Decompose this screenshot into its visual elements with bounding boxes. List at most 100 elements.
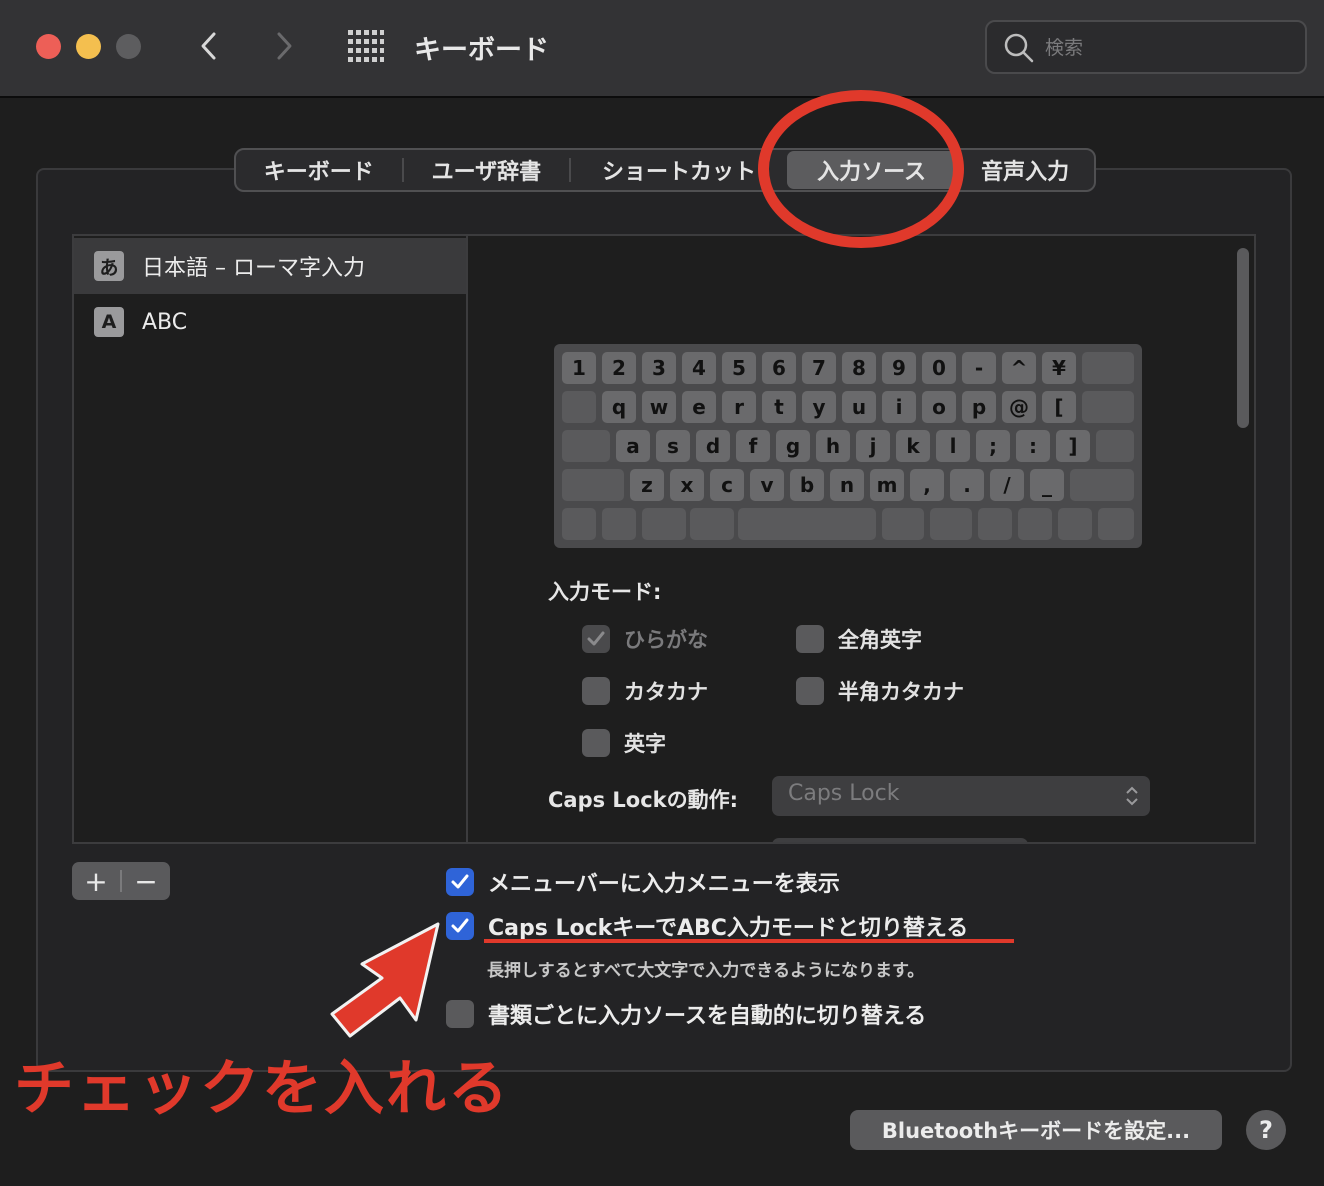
mode-katakana[interactable]: カタカナ <box>582 676 708 706</box>
keyboard-key: g <box>776 430 810 462</box>
keyboard-key: x <box>670 469 704 501</box>
keyboard-key: ; <box>976 430 1010 462</box>
eiji-checkbox[interactable] <box>582 729 610 757</box>
keyboard-key: / <box>990 469 1024 501</box>
mode-zenkaku[interactable]: 全角英字 <box>796 624 922 654</box>
option-show-menu[interactable]: メニューバーに入力メニューを表示 <box>446 866 840 898</box>
back-button[interactable] <box>192 28 228 64</box>
show-all-grid-icon[interactable] <box>348 30 384 62</box>
keyboard-modifier-key <box>562 469 624 501</box>
tab-keyboard[interactable]: キーボード <box>236 151 402 189</box>
tab-dictation[interactable]: 音声入力 <box>956 151 1094 189</box>
show-menu-checkbox[interactable] <box>446 868 474 896</box>
keyboard-key: [ <box>1042 391 1076 423</box>
caps-lock-popup[interactable]: Caps Lock <box>772 776 1150 816</box>
keyboard-key: e <box>682 391 716 423</box>
keyboard-key: a <box>616 430 650 462</box>
input-source-abc[interactable]: A ABC <box>74 294 468 350</box>
show-menu-label: メニューバーに入力メニューを表示 <box>488 872 840 897</box>
option-caps-switch[interactable]: Caps LockキーでABC入力モードと切り替える <box>446 910 968 942</box>
title-bar: キーボード <box>0 0 1324 98</box>
keyboard-modifier-key <box>562 391 596 423</box>
input-source-japanese-romaji[interactable]: あ 日本語 – ローマ字入力 <box>74 238 468 294</box>
search-field[interactable] <box>985 20 1307 74</box>
keyboard-modifier-key <box>1082 352 1134 384</box>
keyboard-key: h <box>816 430 850 462</box>
katakana-label: カタカナ <box>624 680 708 704</box>
keyboard-key: 4 <box>682 352 716 384</box>
close-window-button[interactable] <box>36 34 61 59</box>
mode-hiragana: ひらがな <box>582 624 708 654</box>
input-source-detail-pane: 1 2 3 4 5 6 7 8 9 0- ^ ¥ q w e r t y u i o p @[a s d f g h j k l;:] z x c… <box>466 234 1256 844</box>
help-button[interactable]: ? <box>1246 1110 1286 1150</box>
keyboard-key: u <box>842 391 876 423</box>
hiragana-label: ひらがな <box>624 628 708 652</box>
keyboard-key: q <box>602 391 636 423</box>
keyboard-modifier-key <box>882 508 924 540</box>
remove-input-source-button[interactable]: − <box>122 862 170 900</box>
keyboard-key: ¥ <box>1042 352 1076 384</box>
scrollbar[interactable] <box>1234 242 1249 838</box>
keyboard-key: z <box>630 469 664 501</box>
forward-button[interactable] <box>266 28 302 64</box>
mode-hankaku[interactable]: 半角カタカナ <box>796 676 964 706</box>
partial-popup[interactable] <box>772 838 1028 842</box>
keyboard-key: 6 <box>762 352 796 384</box>
keyboard-key: k <box>896 430 930 462</box>
scrollbar-thumb[interactable] <box>1237 248 1249 428</box>
input-source-label: 日本語 – ローマ字入力 <box>142 256 365 281</box>
keyboard-key: c <box>710 469 744 501</box>
updown-chevron-icon <box>1126 786 1138 806</box>
add-input-source-button[interactable]: + <box>72 862 120 900</box>
keyboard-key: 0 <box>922 352 956 384</box>
keyboard-modifier-key <box>562 430 610 462</box>
keyboard-key: v <box>750 469 784 501</box>
mode-eiji[interactable]: 英字 <box>582 728 666 758</box>
keyboard-key: o <box>922 391 956 423</box>
caps-switch-label: Caps LockキーでABC入力モードと切り替える <box>488 916 969 941</box>
annotation-circle <box>758 90 964 248</box>
keyboard-key: 5 <box>722 352 756 384</box>
hiragana-checkbox <box>582 625 610 653</box>
input-source-list[interactable]: あ 日本語 – ローマ字入力 A ABC <box>72 234 468 844</box>
chevron-left-icon <box>201 32 216 60</box>
katakana-checkbox[interactable] <box>582 677 610 705</box>
auto-switch-label: 書類ごとに入力ソースを自動的に切り替える <box>488 1004 927 1029</box>
keyboard-key: 8 <box>842 352 876 384</box>
caps-lock-label: Caps Lockの動作: <box>548 788 739 812</box>
keyboard-key: - <box>962 352 996 384</box>
tab-shortcuts[interactable]: ショートカット <box>571 151 787 189</box>
hiragana-a-icon: あ <box>94 251 124 281</box>
option-auto-switch[interactable]: 書類ごとに入力ソースを自動的に切り替える <box>446 998 926 1030</box>
keyboard-modifier-key <box>1070 469 1134 501</box>
keyboard-modifier-key <box>978 508 1012 540</box>
keyboard-key: , <box>910 469 944 501</box>
keyboard-modifier-key <box>562 508 596 540</box>
setup-bluetooth-keyboard-button[interactable]: Bluetoothキーボードを設定... <box>850 1110 1222 1150</box>
hankaku-checkbox[interactable] <box>796 677 824 705</box>
zenkaku-checkbox[interactable] <box>796 625 824 653</box>
annotation-callout: チェックを入れる <box>14 1054 510 1124</box>
keyboard-modifier-key <box>690 508 734 540</box>
keyboard-key: _ <box>1030 469 1064 501</box>
keyboard-layout-preview: 1 2 3 4 5 6 7 8 9 0- ^ ¥ q w e r t y u i o p @[a s d f g h j k l;:] z x c… <box>554 344 1142 548</box>
keyboard-key: s <box>656 430 690 462</box>
search-input[interactable] <box>1045 32 1295 64</box>
zoom-window-button[interactable] <box>116 34 141 59</box>
keyboard-key: : <box>1016 430 1050 462</box>
keyboard-key: @ <box>1002 391 1036 423</box>
minimize-window-button[interactable] <box>76 34 101 59</box>
keyboard-key: 7 <box>802 352 836 384</box>
tab-user-dictionary[interactable]: ユーザ辞書 <box>404 151 570 189</box>
eiji-label: 英字 <box>624 732 666 756</box>
annotation-underline <box>484 939 1014 943</box>
keyboard-key: w <box>642 391 676 423</box>
keyboard-modifier-key <box>1082 391 1134 423</box>
keyboard-key: b <box>790 469 824 501</box>
keyboard-key: t <box>762 391 796 423</box>
annotation-arrow-icon <box>330 922 440 1038</box>
zenkaku-label: 全角英字 <box>838 628 922 652</box>
keyboard-modifier-key <box>738 508 876 540</box>
keyboard-key: n <box>830 469 864 501</box>
keyboard-key: r <box>722 391 756 423</box>
